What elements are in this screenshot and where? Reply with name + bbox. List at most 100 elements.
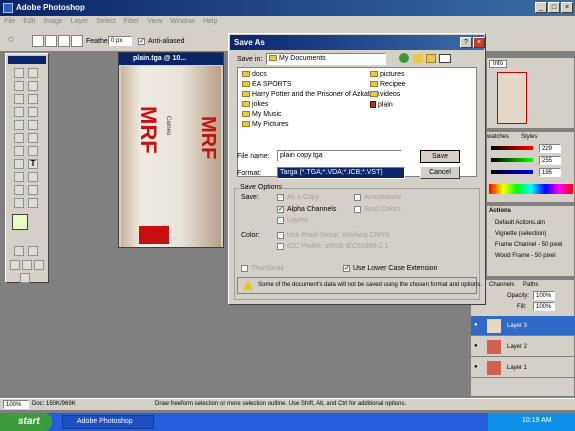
menu-help[interactable]: Help: [203, 18, 217, 25]
tab-channels[interactable]: Channels: [489, 282, 514, 288]
menu-layer[interactable]: Layer: [71, 18, 89, 25]
tab-styles[interactable]: Styles: [521, 134, 537, 140]
dialog-close-button[interactable]: ×: [473, 37, 485, 48]
notes-tool-icon[interactable]: [14, 185, 24, 195]
screen-mode-1-icon[interactable]: [10, 260, 20, 270]
eraser-tool-icon[interactable]: [14, 133, 24, 143]
layer-row-2[interactable]: ● Layer 2: [471, 337, 575, 357]
intersect-selection-icon[interactable]: [71, 35, 83, 47]
as-a-copy-checkbox[interactable]: ✓: [277, 194, 284, 201]
list-item[interactable]: docs: [242, 71, 267, 78]
pen-tool-icon[interactable]: [14, 172, 24, 182]
dodge-tool-icon[interactable]: [28, 146, 38, 156]
cancel-button[interactable]: Cancel: [420, 166, 460, 179]
eyedropper-icon[interactable]: [28, 185, 38, 195]
file-name-input[interactable]: plain copy.tga: [277, 150, 402, 162]
history-brush-icon[interactable]: [28, 120, 38, 130]
gradient-tool-icon[interactable]: [28, 133, 38, 143]
action-item-frame-channel[interactable]: Frame Channel - 50 pixel: [495, 242, 562, 248]
lasso-tool-icon[interactable]: ◌: [8, 34, 14, 45]
list-item[interactable]: Recipee: [370, 81, 406, 88]
add-selection-icon[interactable]: [45, 35, 57, 47]
action-item-default[interactable]: Default Actions.atn: [495, 220, 545, 226]
spot-colors-checkbox[interactable]: [354, 206, 361, 213]
type-tool-icon[interactable]: T: [28, 159, 38, 169]
fill-value[interactable]: 100%: [533, 302, 555, 311]
up-folder-icon[interactable]: [413, 54, 423, 63]
maximize-button[interactable]: □: [548, 2, 560, 13]
lowercase-checkbox[interactable]: ✓: [343, 265, 350, 272]
list-item[interactable]: My Pictures: [242, 121, 289, 128]
list-item[interactable]: EA SPORTS: [242, 81, 292, 88]
menu-window[interactable]: Window: [170, 18, 195, 25]
magic-wand-icon[interactable]: [28, 81, 38, 91]
layer-row-1[interactable]: ● Layer 1: [471, 358, 575, 378]
lasso-tool-icon[interactable]: [14, 81, 24, 91]
document-window[interactable]: plain.tga @ 10... MRF Cameo MRF: [118, 52, 224, 248]
layer-row-3[interactable]: ● Layer 3: [471, 316, 575, 336]
help-button[interactable]: ?: [460, 37, 472, 48]
list-item[interactable]: plain: [370, 101, 393, 108]
menu-file[interactable]: File: [4, 18, 15, 25]
color-ramp[interactable]: [489, 184, 573, 194]
standard-mode-icon[interactable]: [14, 246, 24, 256]
slice-tool-icon[interactable]: [28, 94, 38, 104]
path-selection-icon[interactable]: [14, 159, 24, 169]
save-in-dropdown[interactable]: My Documents: [266, 53, 386, 65]
tab-actions[interactable]: Actions: [489, 208, 511, 214]
opacity-value[interactable]: 100%: [533, 291, 555, 300]
menu-filter[interactable]: Filter: [124, 18, 140, 25]
shape-tool-icon[interactable]: [28, 172, 38, 182]
alpha-channels-checkbox[interactable]: ✓: [277, 206, 284, 213]
foreground-color-swatch[interactable]: [12, 214, 28, 230]
thumbnail-checkbox[interactable]: [241, 265, 248, 272]
start-button[interactable]: start: [0, 413, 52, 431]
blue-slider[interactable]: [491, 170, 533, 174]
format-dropdown[interactable]: Targa (*.TGA;*.VDA;*.ICB;*.VST): [277, 167, 405, 179]
icc-profile-checkbox[interactable]: [277, 243, 284, 250]
screen-mode-2-icon[interactable]: [22, 260, 32, 270]
zoom-tool-icon[interactable]: [28, 198, 38, 208]
view-menu-icon[interactable]: [439, 54, 451, 63]
close-button[interactable]: ×: [561, 2, 573, 13]
list-item[interactable]: My Music: [242, 111, 282, 118]
taskbar-item-photoshop[interactable]: Adobe Photoshop: [62, 415, 154, 429]
antialias-checkbox[interactable]: ✓: [138, 38, 145, 45]
new-folder-icon[interactable]: [426, 54, 436, 63]
action-item-wood-frame[interactable]: Wood Frame - 50 pixel: [495, 253, 556, 259]
eye-icon[interactable]: ●: [474, 343, 478, 349]
use-proof-checkbox[interactable]: [277, 232, 284, 239]
save-button[interactable]: Save: [420, 150, 460, 163]
crop-tool-icon[interactable]: [14, 94, 24, 104]
marquee-tool-icon[interactable]: [14, 68, 24, 78]
blue-value[interactable]: 195: [539, 168, 561, 177]
blur-tool-icon[interactable]: [14, 146, 24, 156]
annotations-checkbox[interactable]: [354, 194, 361, 201]
list-item[interactable]: Harry Potter and the Prisoner of Azkaban: [242, 91, 380, 98]
red-slider[interactable]: [491, 146, 533, 150]
tab-swatches[interactable]: watches: [487, 134, 509, 140]
menu-view[interactable]: View: [147, 18, 162, 25]
screen-mode-3-icon[interactable]: [34, 260, 44, 270]
list-item[interactable]: videos: [370, 91, 400, 98]
red-value[interactable]: 229: [539, 144, 561, 153]
layers-checkbox[interactable]: [277, 217, 284, 224]
zoom-field[interactable]: 100%: [3, 400, 29, 409]
clone-stamp-icon[interactable]: [14, 120, 24, 130]
minimize-button[interactable]: _: [535, 2, 547, 13]
feather-input[interactable]: 0 px: [108, 36, 132, 46]
healing-brush-icon[interactable]: [14, 107, 24, 117]
new-selection-icon[interactable]: [32, 35, 44, 47]
menu-edit[interactable]: Edit: [23, 18, 35, 25]
quickmask-mode-icon[interactable]: [28, 246, 38, 256]
jump-to-imageready-icon[interactable]: [20, 273, 30, 283]
green-slider[interactable]: [491, 158, 533, 162]
brush-tool-icon[interactable]: [28, 107, 38, 117]
list-item[interactable]: jokes: [242, 101, 268, 108]
move-tool-icon[interactable]: [28, 68, 38, 78]
back-icon[interactable]: [399, 53, 409, 63]
eye-icon[interactable]: ●: [474, 364, 478, 370]
menu-image[interactable]: Image: [43, 18, 62, 25]
eye-icon[interactable]: ●: [474, 322, 478, 328]
list-item[interactable]: pictures: [370, 71, 405, 78]
